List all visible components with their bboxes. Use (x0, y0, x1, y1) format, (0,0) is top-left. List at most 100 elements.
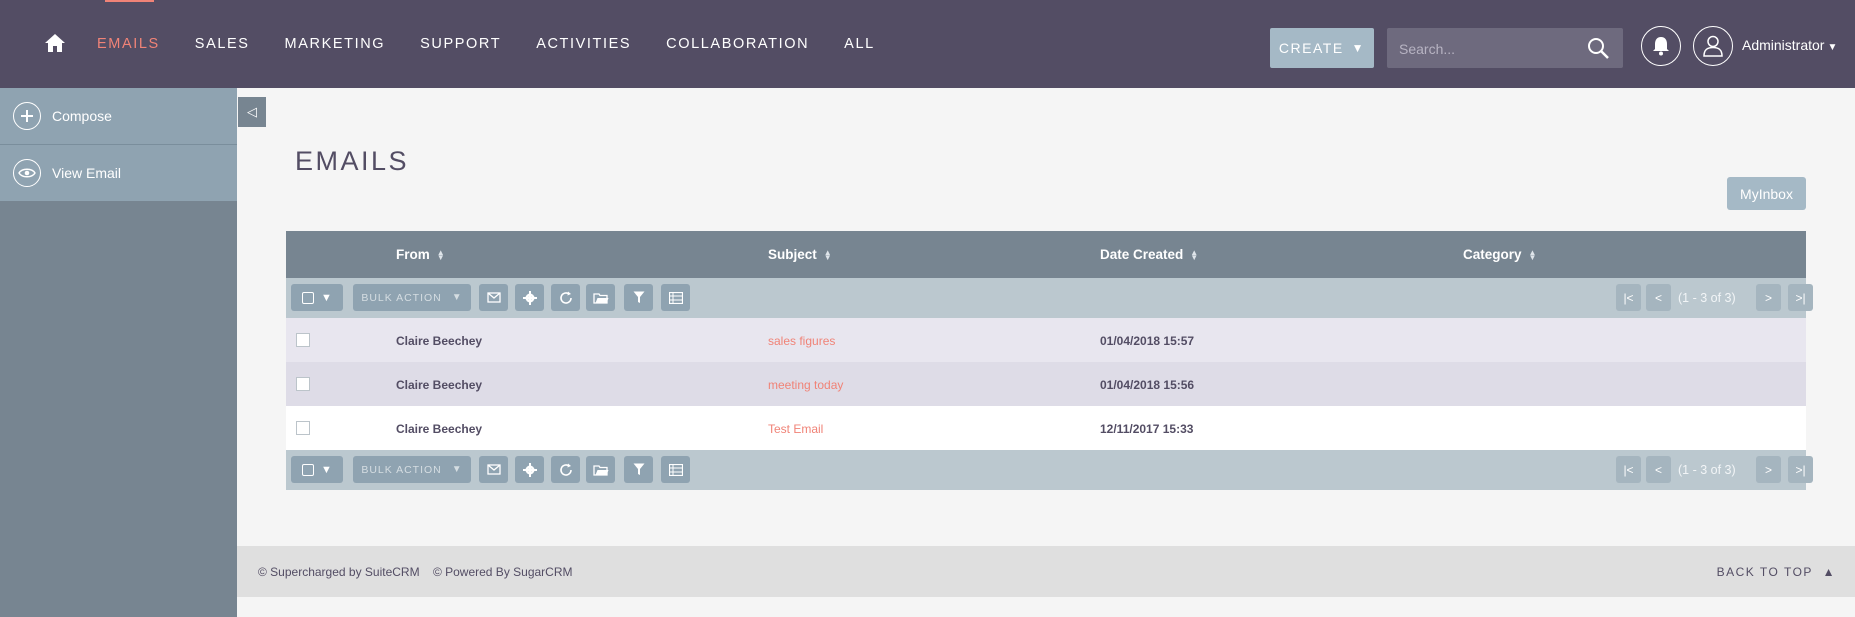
refresh-button[interactable] (551, 456, 580, 483)
sort-icon: ▲ ▼ (436, 248, 445, 263)
footer: © Supercharged by SuiteCRM © Powered By … (237, 546, 1855, 597)
nav-marketing[interactable]: MARKETING (285, 36, 386, 52)
create-button[interactable]: CREATE ▼ (1270, 28, 1374, 68)
nav-all[interactable]: ALL (844, 36, 875, 52)
user-name: Administrator (1742, 37, 1825, 53)
sort-icon: ▲ ▼ (1528, 248, 1537, 263)
page-title: EMAILS (295, 146, 410, 177)
filter-button[interactable] (624, 284, 653, 311)
prev-page-button[interactable]: < (1646, 284, 1671, 311)
back-to-top-link[interactable]: BACK TO TOP ▲ (1717, 565, 1836, 579)
user-menu[interactable]: Administrator ▼ (1742, 37, 1837, 53)
list-icon (668, 291, 683, 304)
next-page-button[interactable]: > (1756, 456, 1781, 483)
eye-icon (13, 159, 41, 187)
nav-collaboration[interactable]: COLLABORATION (666, 36, 809, 52)
chevron-down-icon: ▼ (321, 463, 332, 476)
back-to-top-label: BACK TO TOP (1716, 565, 1813, 579)
select-dropdown-button[interactable]: ▼ (291, 284, 343, 311)
sidebar-item-compose[interactable]: Compose (0, 88, 237, 145)
avatar[interactable] (1693, 26, 1733, 66)
bulk-action-button[interactable]: BULK ACTION ▼ (353, 456, 471, 483)
column-date-created[interactable]: Date Created ▲ ▼ (1100, 247, 1198, 262)
bell-icon (1653, 37, 1669, 56)
first-page-button[interactable]: |< (1616, 284, 1641, 311)
sort-icon: ▲ ▼ (1190, 248, 1199, 263)
cell-subject-link[interactable]: Test Email (768, 422, 823, 436)
column-label: Subject (768, 247, 817, 262)
prev-page-icon: < (1654, 462, 1662, 477)
column-category[interactable]: Category ▲ ▼ (1463, 247, 1536, 262)
first-page-icon: |< (1623, 462, 1634, 477)
filter-icon (633, 291, 644, 303)
home-icon[interactable] (44, 33, 66, 53)
first-page-button[interactable]: |< (1616, 456, 1641, 483)
table-row[interactable]: Claire Beechey meeting today 01/04/2018 … (286, 362, 1806, 406)
refresh-button[interactable] (551, 284, 580, 311)
table-row[interactable]: Claire Beechey Test Email 12/11/2017 15:… (286, 406, 1806, 450)
select-dropdown-button[interactable]: ▼ (291, 456, 343, 483)
search-box (1387, 28, 1623, 70)
next-page-icon: > (1764, 462, 1772, 477)
folder-icon (592, 464, 608, 476)
next-page-button[interactable]: > (1756, 284, 1781, 311)
email-button[interactable] (479, 456, 508, 483)
filter-button[interactable] (624, 456, 653, 483)
bulk-action-label: BULK ACTION (361, 291, 442, 304)
sidebar-item-label: View Email (52, 165, 121, 181)
column-chooser-button[interactable] (661, 284, 690, 311)
column-label: From (396, 247, 430, 262)
last-page-button[interactable]: >| (1788, 284, 1813, 311)
last-page-button[interactable]: >| (1788, 456, 1813, 483)
search-icon[interactable] (1587, 37, 1609, 59)
search-input[interactable] (1387, 28, 1591, 70)
cell-subject-link[interactable]: sales figures (768, 334, 835, 348)
prev-page-button[interactable]: < (1646, 456, 1671, 483)
nav-support[interactable]: SUPPORT (420, 36, 501, 52)
row-checkbox[interactable] (296, 377, 310, 391)
list-icon (668, 463, 683, 476)
nav-sales[interactable]: SALES (195, 36, 250, 52)
emails-list-table: From ▲ ▼ Subject ▲ ▼ Date Created ▲ ▼ Category… (286, 231, 1813, 490)
column-subject[interactable]: Subject ▲ ▼ (768, 247, 832, 262)
filter-icon (633, 463, 644, 475)
row-checkbox[interactable] (296, 333, 310, 347)
chevron-down-icon: ▼ (321, 291, 332, 304)
top-action-bar: ▼ BULK ACTION ▼ |< < (1 - 3 of 3) > >| (286, 278, 1813, 318)
sidebar-item-view-email[interactable]: View Email (0, 145, 237, 201)
row-checkbox[interactable] (296, 421, 310, 435)
folders-button[interactable] (586, 456, 615, 483)
nav-emails[interactable]: EMAILS (97, 36, 160, 52)
cell-from[interactable]: Claire Beechey (396, 334, 482, 348)
folders-button[interactable] (586, 284, 615, 311)
cell-date: 01/04/2018 15:57 (1100, 334, 1195, 348)
column-chooser-button[interactable] (661, 456, 690, 483)
checkbox-icon (302, 463, 315, 476)
folder-icon (592, 292, 608, 304)
cell-date: 01/04/2018 15:56 (1100, 378, 1195, 392)
notifications-button[interactable] (1641, 26, 1681, 66)
user-icon (1703, 35, 1723, 57)
envelope-icon (486, 464, 501, 475)
myinbox-button[interactable]: MyInbox (1727, 177, 1806, 210)
arrow-up-icon: ▲ (1822, 565, 1836, 579)
email-button[interactable] (479, 284, 508, 311)
column-from[interactable]: From ▲ ▼ (396, 247, 445, 262)
bulk-action-label: BULK ACTION (361, 463, 442, 476)
cell-subject-link[interactable]: meeting today (768, 378, 843, 392)
cell-from[interactable]: Claire Beechey (396, 378, 482, 392)
supercharged-link[interactable]: © Supercharged by SuiteCRM (258, 565, 420, 579)
settings-button[interactable] (515, 284, 544, 311)
cell-from[interactable]: Claire Beechey (396, 422, 482, 436)
sidebar-item-label: Compose (52, 108, 112, 124)
settings-button[interactable] (515, 456, 544, 483)
powered-by-link[interactable]: © Powered By SugarCRM (433, 565, 573, 579)
table-row[interactable]: Claire Beechey sales figures 01/04/2018 … (286, 318, 1806, 362)
collapse-sidebar-button[interactable]: ◁ (238, 97, 266, 127)
chevron-down-icon: ▼ (451, 292, 463, 303)
main-nav: EMAILS SALES MARKETING SUPPORT ACTIVITIE… (97, 0, 910, 88)
bulk-action-button[interactable]: BULK ACTION ▼ (353, 284, 471, 311)
nav-activities[interactable]: ACTIVITIES (536, 36, 631, 52)
column-label: Category (1463, 247, 1522, 262)
chevron-down-icon: ▼ (451, 464, 463, 475)
